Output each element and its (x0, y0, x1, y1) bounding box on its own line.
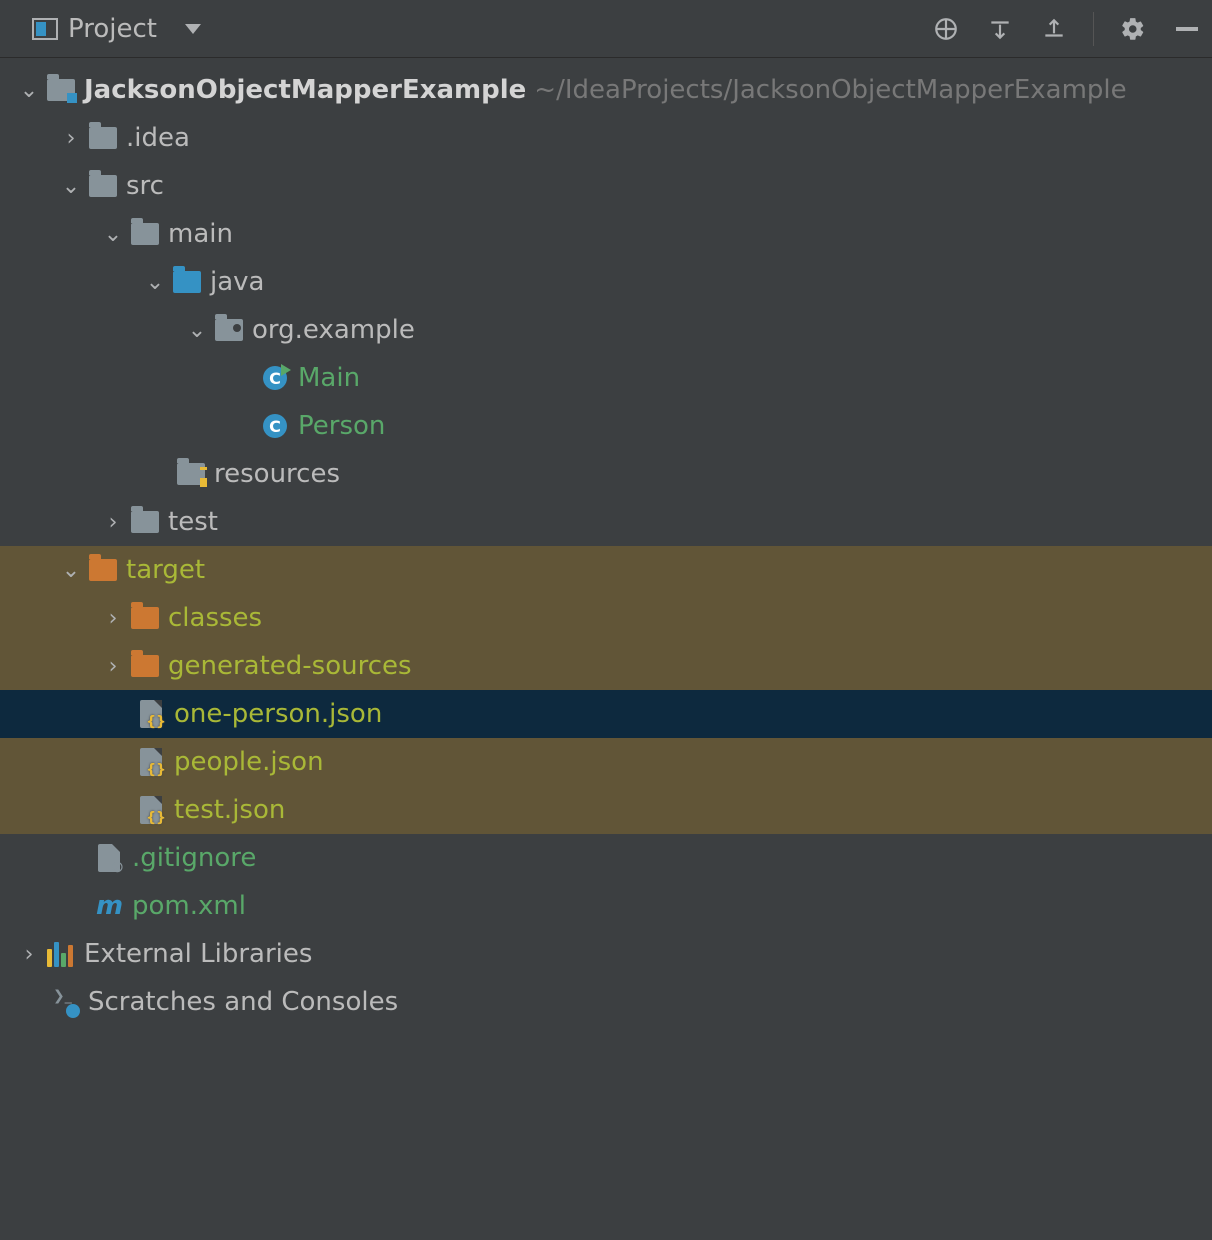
node-label: org.example (252, 315, 415, 345)
header-divider (1093, 12, 1094, 46)
chevron-right-icon[interactable]: › (56, 126, 86, 151)
node-label: .idea (126, 123, 190, 153)
chevron-down-icon[interactable]: ⌄ (140, 270, 170, 295)
node-label: Person (298, 411, 385, 441)
chevron-right-icon[interactable]: › (98, 654, 128, 679)
tree-node-external-libraries[interactable]: › External Libraries (0, 930, 1212, 978)
libraries-icon (44, 939, 78, 969)
node-path: ~/IdeaProjects/JacksonObjectMapperExampl… (534, 75, 1126, 105)
json-file-icon (134, 699, 168, 729)
tree-node-pom[interactable]: m pom.xml (0, 882, 1212, 930)
excluded-folder-icon (86, 555, 120, 585)
tree-node-generated-sources[interactable]: › generated-sources (0, 642, 1212, 690)
folder-icon (86, 123, 120, 153)
tree-node-test[interactable]: › test (0, 498, 1212, 546)
package-icon (212, 315, 246, 345)
node-label: one-person.json (174, 699, 382, 729)
tree-node-src[interactable]: ⌄ src (0, 162, 1212, 210)
folder-icon (128, 219, 162, 249)
select-opened-file-icon[interactable] (931, 14, 961, 44)
source-folder-icon (170, 267, 204, 297)
maven-file-icon: m (92, 891, 126, 921)
folder-icon (128, 507, 162, 537)
tree-node-class-main[interactable]: C Main (0, 354, 1212, 402)
project-view-title[interactable]: Project (68, 14, 157, 44)
tree-node-idea[interactable]: › .idea (0, 114, 1212, 162)
tree-node-test-json[interactable]: test.json (0, 786, 1212, 834)
json-file-icon (134, 747, 168, 777)
node-label: JacksonObjectMapperExample (84, 75, 526, 105)
node-label: test.json (174, 795, 285, 825)
node-label: java (210, 267, 264, 297)
tree-node-main[interactable]: ⌄ main (0, 210, 1212, 258)
tree-node-class-person[interactable]: C Person (0, 402, 1212, 450)
node-label: Scratches and Consoles (88, 987, 398, 1017)
expand-all-icon[interactable] (985, 14, 1015, 44)
excluded-folder-icon (128, 651, 162, 681)
scratches-icon (48, 987, 82, 1017)
tree-node-scratches[interactable]: Scratches and Consoles (0, 978, 1212, 1026)
tree-node-one-person-json[interactable]: one-person.json (0, 690, 1212, 738)
tree-node-package[interactable]: ⌄ org.example (0, 306, 1212, 354)
node-label: .gitignore (132, 843, 256, 873)
java-class-icon: C (258, 411, 292, 441)
collapse-all-icon[interactable] (1039, 14, 1069, 44)
chevron-down-icon[interactable]: ⌄ (56, 174, 86, 199)
node-label: main (168, 219, 233, 249)
tree-node-classes[interactable]: › classes (0, 594, 1212, 642)
project-tool-window-header: Project (0, 0, 1212, 58)
chevron-down-icon[interactable]: ⌄ (56, 558, 86, 583)
project-tree[interactable]: ⌄ JacksonObjectMapperExample ~/IdeaProje… (0, 58, 1212, 1026)
node-label: External Libraries (84, 939, 312, 969)
project-view-dropdown-icon[interactable] (185, 24, 201, 34)
folder-icon (86, 171, 120, 201)
tree-node-java[interactable]: ⌄ java (0, 258, 1212, 306)
project-view-icon (32, 18, 58, 40)
hide-icon[interactable] (1172, 14, 1202, 44)
tree-node-target[interactable]: ⌄ target (0, 546, 1212, 594)
tree-node-project-root[interactable]: ⌄ JacksonObjectMapperExample ~/IdeaProje… (0, 66, 1212, 114)
excluded-folder-icon (128, 603, 162, 633)
chevron-right-icon[interactable]: › (98, 606, 128, 631)
gitignore-file-icon (92, 843, 126, 873)
json-file-icon (134, 795, 168, 825)
node-label: test (168, 507, 218, 537)
module-folder-icon (44, 75, 78, 105)
resources-folder-icon (174, 459, 208, 489)
node-label: classes (168, 603, 262, 633)
java-class-runnable-icon: C (258, 363, 292, 393)
chevron-right-icon[interactable]: › (14, 942, 44, 967)
node-label: pom.xml (132, 891, 246, 921)
project-header-actions (931, 12, 1202, 46)
chevron-down-icon[interactable]: ⌄ (14, 78, 44, 103)
tree-node-people-json[interactable]: people.json (0, 738, 1212, 786)
node-label: generated-sources (168, 651, 412, 681)
node-label: people.json (174, 747, 324, 777)
chevron-down-icon[interactable]: ⌄ (98, 222, 128, 247)
settings-icon[interactable] (1118, 14, 1148, 44)
node-label: resources (214, 459, 340, 489)
node-label: Main (298, 363, 360, 393)
chevron-down-icon[interactable]: ⌄ (182, 318, 212, 343)
tree-node-resources[interactable]: resources (0, 450, 1212, 498)
node-label: target (126, 555, 205, 585)
tree-node-gitignore[interactable]: .gitignore (0, 834, 1212, 882)
node-label: src (126, 171, 164, 201)
chevron-right-icon[interactable]: › (98, 510, 128, 535)
